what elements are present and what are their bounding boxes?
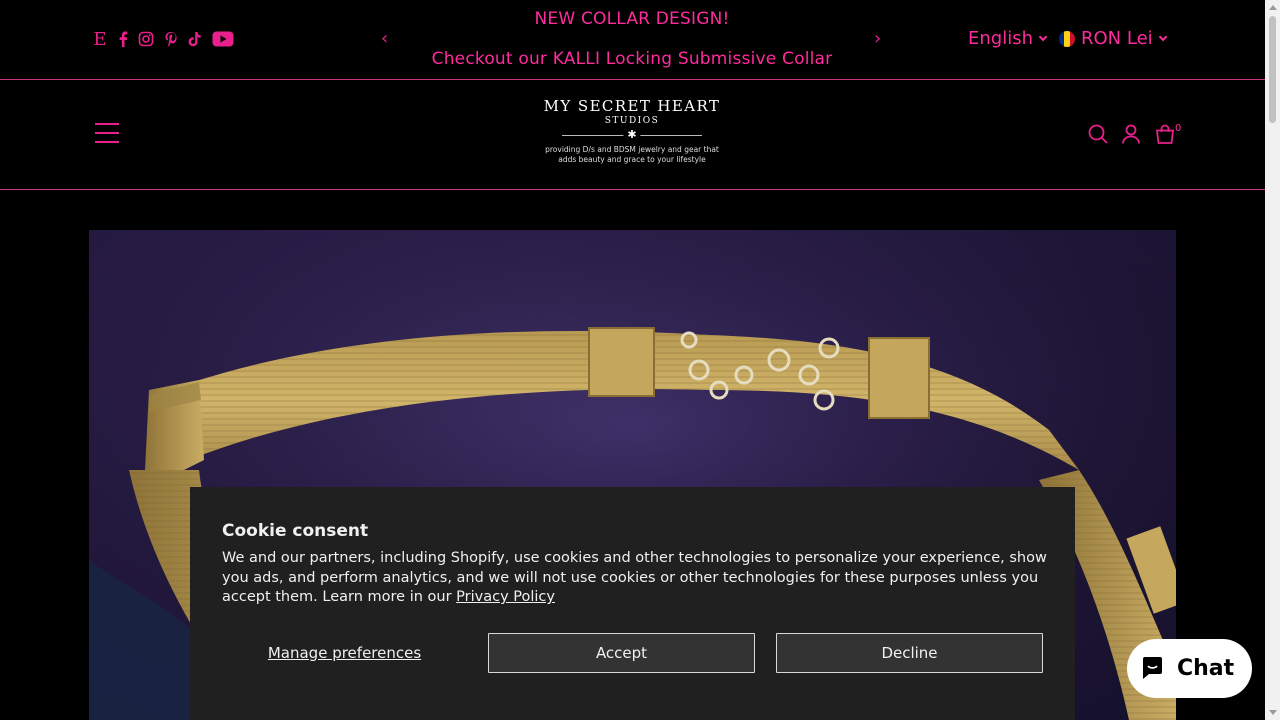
search-icon[interactable] xyxy=(1088,124,1108,148)
scroll-down-icon[interactable] xyxy=(1269,710,1277,715)
announcement-bar: E ‹ NEW COLLAR DESIGN! Checkout our KALL… xyxy=(0,0,1265,80)
cookie-body: We and our partners, including Shopify, … xyxy=(222,550,1047,605)
etsy-icon[interactable]: E xyxy=(92,28,108,50)
logo-subtitle: STUDIOS xyxy=(604,116,660,126)
instagram-icon[interactable] xyxy=(138,28,154,50)
facebook-icon[interactable] xyxy=(118,28,128,50)
cookie-title: Cookie consent xyxy=(222,521,369,541)
pinterest-icon[interactable] xyxy=(164,28,178,50)
chevron-down-icon xyxy=(1038,32,1048,41)
language-selector[interactable]: English xyxy=(968,28,1048,49)
logo-star-icon: ✱ xyxy=(623,128,641,142)
cart-icon[interactable] xyxy=(1155,124,1175,148)
menu-icon[interactable] xyxy=(95,123,119,143)
tiktok-icon[interactable] xyxy=(188,28,202,50)
currency-selector[interactable]: RON Lei xyxy=(1059,28,1167,49)
site-header: MY SECRET HEART STUDIOS ✱ providing D/s … xyxy=(0,81,1265,190)
romania-flag-icon xyxy=(1059,30,1075,47)
cart-count: 0 xyxy=(1175,123,1182,134)
chat-label: Chat xyxy=(1177,656,1235,681)
logo-title: MY SECRET HEART xyxy=(543,97,721,115)
chat-bubble-icon xyxy=(1139,652,1169,686)
chevron-down-icon xyxy=(1158,32,1167,41)
cookie-consent-dialog: Cookie consent We and our partners, incl… xyxy=(190,487,1075,720)
youtube-icon[interactable] xyxy=(212,28,234,50)
logo-divider: ✱ xyxy=(562,128,702,142)
announcement-prev-button[interactable]: ‹ xyxy=(381,28,388,50)
announcement-next-button[interactable]: › xyxy=(874,28,881,50)
announcement-headline: NEW COLLAR DESIGN! xyxy=(534,9,730,29)
accept-button[interactable]: Accept xyxy=(488,633,755,673)
social-links: E xyxy=(92,28,244,50)
page-scrollbar[interactable] xyxy=(1265,0,1280,720)
currency-label: RON Lei xyxy=(1081,28,1153,49)
privacy-policy-link[interactable]: Privacy Policy xyxy=(456,589,555,605)
scroll-up-icon[interactable] xyxy=(1269,5,1277,10)
scrollbar-thumb[interactable] xyxy=(1269,16,1276,123)
announcement-link[interactable]: Checkout our KALLI Locking Submissive Co… xyxy=(400,49,864,69)
account-icon[interactable] xyxy=(1122,124,1140,148)
logo-tagline: providing D/s and BDSM jewelry and gear … xyxy=(545,145,719,164)
chat-button[interactable]: Chat xyxy=(1127,639,1252,698)
manage-preferences-button[interactable]: Manage preferences xyxy=(222,633,467,673)
language-label: English xyxy=(968,28,1033,49)
decline-button[interactable]: Decline xyxy=(776,633,1043,673)
site-logo[interactable]: MY SECRET HEART STUDIOS ✱ providing D/s … xyxy=(541,97,723,165)
